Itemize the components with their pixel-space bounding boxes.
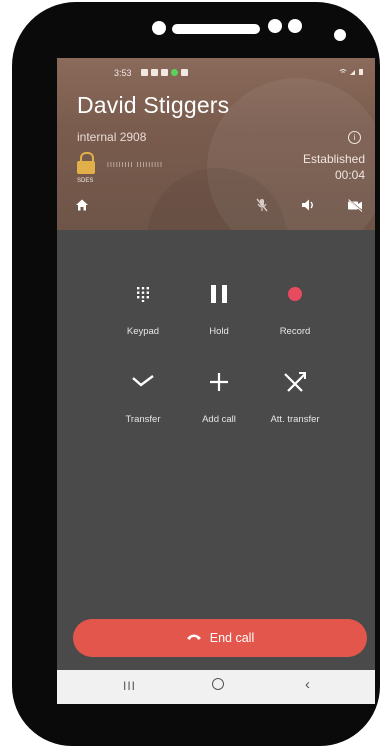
recents-icon[interactable]: III bbox=[123, 679, 136, 693]
caller-name: David Stiggers bbox=[77, 92, 230, 118]
attended-transfer-icon bbox=[250, 368, 340, 396]
sensor-dot bbox=[268, 19, 282, 33]
attended-transfer-button[interactable]: Att. transfer bbox=[250, 368, 340, 425]
sas-code: IIIIIIIII IIIIIIIII bbox=[107, 162, 163, 169]
phone-screen: 3:53 David Stiggers internal 2908 i SDES… bbox=[57, 58, 375, 704]
encryption-label: SDES bbox=[77, 178, 94, 184]
notification-icons bbox=[141, 69, 188, 76]
phone-frame: 3:53 David Stiggers internal 2908 i SDES… bbox=[12, 2, 380, 746]
front-camera-dot bbox=[334, 29, 346, 41]
record-button[interactable]: Record bbox=[250, 280, 340, 337]
notification-icon bbox=[151, 69, 158, 76]
notification-icon bbox=[181, 69, 188, 76]
back-icon[interactable]: ‹ bbox=[305, 676, 310, 693]
system-nav-bar: III ‹ bbox=[57, 670, 375, 704]
call-duration: 00:04 bbox=[334, 168, 365, 182]
call-header: 3:53 David Stiggers internal 2908 i SDES… bbox=[57, 58, 375, 230]
speaker-icon[interactable] bbox=[301, 198, 317, 214]
status-time: 3:53 bbox=[114, 68, 132, 78]
status-bar: 3:53 bbox=[57, 68, 375, 82]
wifi-signal-battery-icon bbox=[339, 68, 365, 78]
mic-off-icon[interactable] bbox=[255, 198, 271, 214]
active-indicator-icon bbox=[171, 69, 178, 76]
video-off-icon[interactable] bbox=[347, 198, 363, 214]
end-call-label: End call bbox=[209, 631, 255, 645]
hangup-icon bbox=[186, 631, 202, 645]
info-icon[interactable]: i bbox=[348, 131, 361, 144]
camera-dot bbox=[152, 21, 166, 35]
record-label: Record bbox=[279, 326, 311, 337]
notification-icon bbox=[161, 69, 168, 76]
speaker-grille bbox=[172, 24, 260, 34]
sensor-dot bbox=[288, 19, 302, 33]
call-state: Established bbox=[302, 152, 365, 166]
record-icon bbox=[250, 280, 340, 308]
home-nav-icon[interactable] bbox=[212, 678, 224, 690]
end-call-button[interactable]: End call bbox=[73, 619, 367, 657]
caller-number: internal 2908 bbox=[77, 130, 147, 144]
home-icon[interactable] bbox=[75, 198, 91, 214]
notification-icon bbox=[141, 69, 148, 76]
attended-transfer-label: Att. transfer bbox=[270, 414, 320, 425]
